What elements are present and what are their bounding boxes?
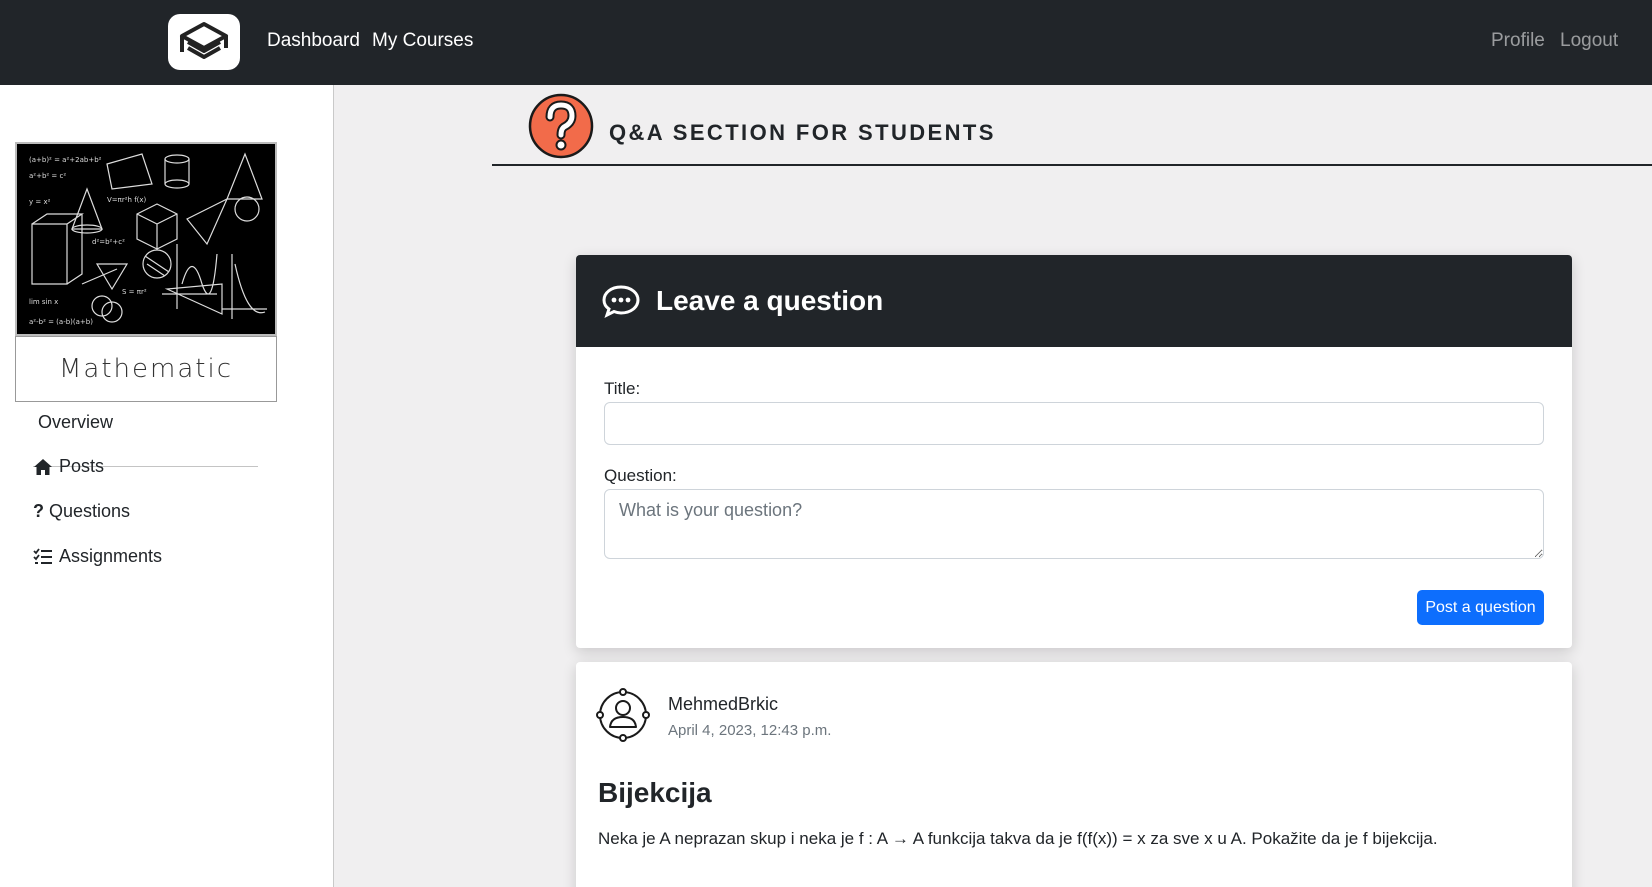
post-question-button[interactable]: Post a question [1417,590,1544,625]
nav-profile-link[interactable]: Profile [1491,30,1545,52]
nav-logout-link[interactable]: Logout [1560,30,1618,52]
checklist-icon [33,547,52,564]
svg-text:S = πr²: S = πr² [122,288,147,296]
sidebar: (a+b)² = a²+2ab+b² a²+b² = c² y = x² V=π… [0,85,334,887]
sidebar-item-label: Posts [59,456,105,476]
sidebar-item-overview[interactable]: Overview [38,412,113,433]
svg-text:V=πr²h f(x): V=πr²h f(x) [107,196,147,204]
svg-text:(a+b)² = a²+2ab+b²: (a+b)² = a²+2ab+b² [29,156,102,164]
svg-text:y = x²: y = x² [29,198,51,206]
course-image: (a+b)² = a²+2ab+b² a²+b² = c² y = x² V=π… [15,142,277,336]
post-author[interactable]: MehmedBrkic [668,694,778,715]
site-logo[interactable] [168,14,240,70]
sidebar-item-label: Assignments [59,546,163,566]
svg-text:a²+b² = c²: a²+b² = c² [29,172,66,180]
sidebar-item-label: Questions [49,501,131,521]
post-title[interactable]: Bijekcija [598,777,712,809]
title-input[interactable] [604,402,1544,445]
title-label: Title: [604,379,641,398]
question-label: Question: [604,466,677,485]
question-textarea[interactable] [604,489,1544,559]
home-icon [34,458,52,475]
svg-text:lim sin x: lim sin x [29,298,58,306]
question-post-card: MehmedBrkic April 4, 2023, 12:43 p.m. Bi… [576,662,1572,887]
question-form-header: Leave a question [576,255,1572,347]
question-mark-icon: ? [33,501,44,521]
logo-icon [180,22,228,59]
svg-text:a²-b² = (a-b)(a+b): a²-b² = (a-b)(a+b) [29,318,93,326]
svg-text:d²=b²+c²: d²=b²+c² [92,238,125,246]
nav-my-courses-link[interactable]: My Courses [372,30,473,52]
post-timestamp: April 4, 2023, 12:43 p.m. [668,722,832,739]
course-name: Mathematic [58,354,233,384]
chat-bubble-icon [602,285,640,318]
top-navbar: Dashboard My Courses Profile Logout [0,0,1652,85]
post-body: Neka je A neprazan skup i neka je f : A … [598,829,1438,848]
question-form-title: Leave a question [656,285,884,316]
sidebar-item-posts[interactable]: Posts [33,456,104,477]
question-form-card: Leave a question Title: Question: Post a… [576,255,1572,648]
sidebar-item-assignments[interactable]: Assignments [33,546,162,567]
user-avatar-icon [596,688,650,742]
sidebar-item-label: Overview [38,412,114,432]
course-name-box: Mathematic [15,336,277,402]
sidebar-item-questions[interactable]: ? Questions [33,501,130,522]
question-circle-icon [528,93,594,159]
qa-section-header: Q&A SECTION FOR STUDENTS [492,85,1652,166]
nav-dashboard-link[interactable]: Dashboard [267,30,360,52]
page-title: Q&A SECTION FOR STUDENTS [609,120,996,145]
